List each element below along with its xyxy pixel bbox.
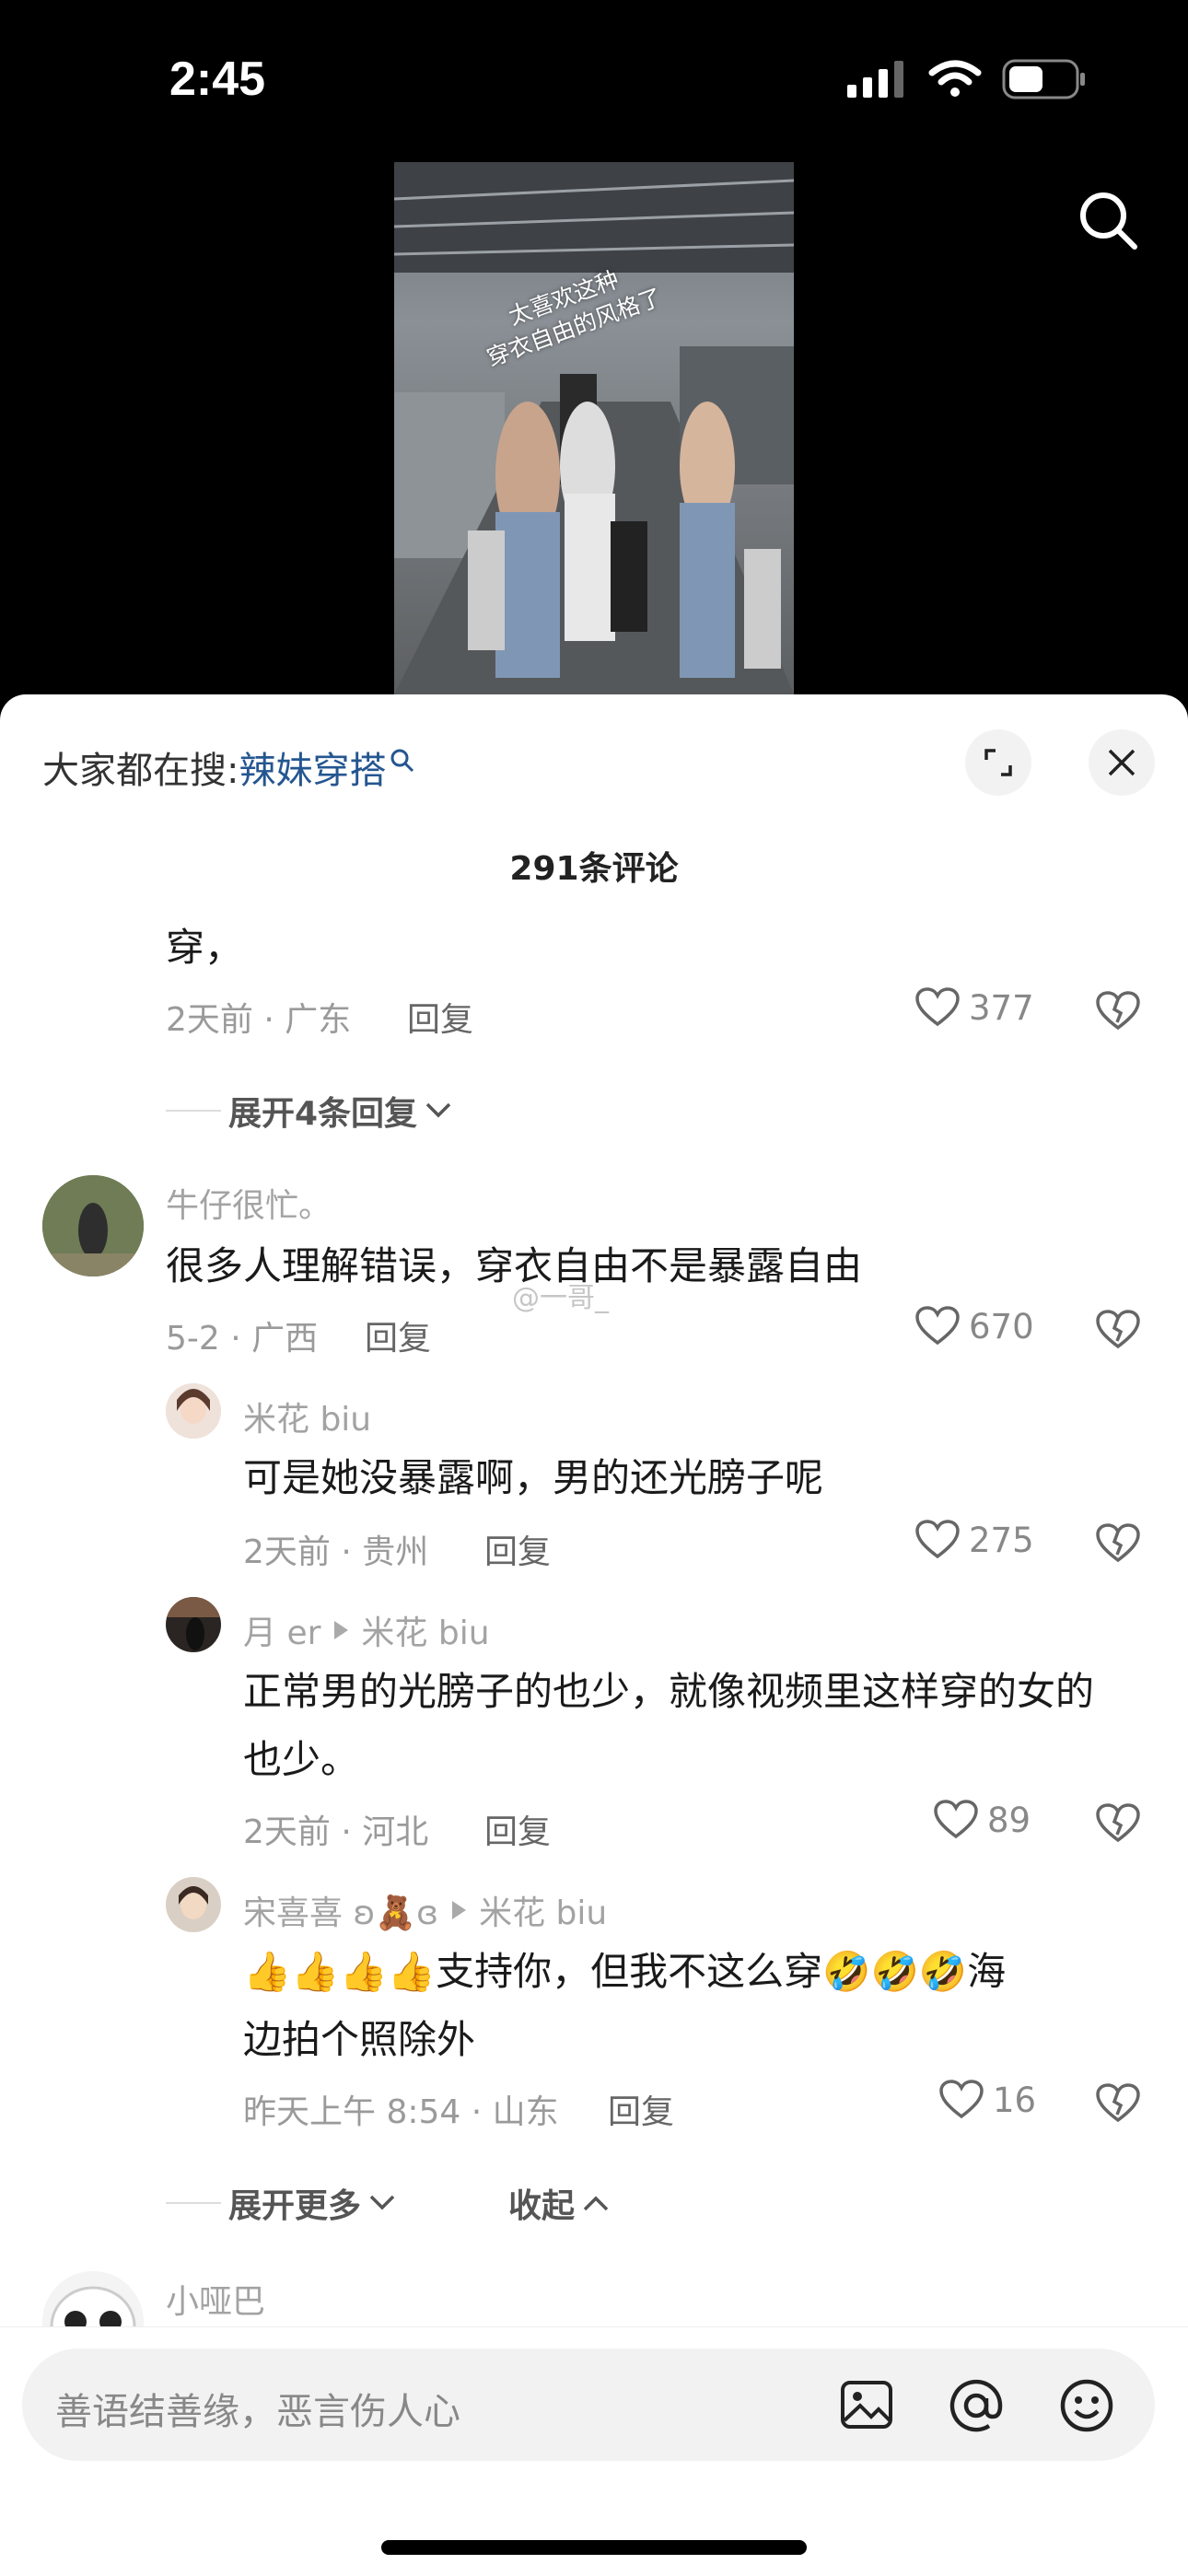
comment-meta: 2天前 · 贵州 [243, 1533, 429, 1571]
heart-icon [939, 2080, 984, 2119]
comment-text: 可是她没暴露啊，男的还光膀子呢 [243, 1455, 824, 1500]
comment-text: 穿， [166, 925, 244, 970]
like-button[interactable]: 275 [915, 1520, 1034, 1560]
reply-header: 月 er 米花 biu [243, 1606, 490, 1654]
image-button[interactable] [840, 2380, 893, 2433]
close-icon [1108, 749, 1136, 776]
reply-header: 宋喜喜 ʚ🧸ɞ 米花 biu [243, 1886, 607, 1934]
like-count: 377 [969, 987, 1034, 1028]
small-search-icon [390, 749, 414, 773]
image-icon [841, 2381, 892, 2429]
chevron-up-icon [583, 2196, 609, 2211]
mention-button[interactable] [949, 2378, 1004, 2437]
expand-replies-label: 展开4条回复 [228, 1095, 418, 1133]
reply-button[interactable]: 回复 [484, 1805, 551, 1853]
divider-dash [166, 1110, 221, 1112]
video-frame-illustration [394, 162, 794, 694]
emoji-button[interactable] [1059, 2378, 1114, 2437]
username[interactable]: 米花 biu [243, 1393, 371, 1440]
broken-heart-icon [1096, 1803, 1140, 1843]
username[interactable]: 小哑巴 [166, 2275, 265, 2323]
comment-text-line-2: 边拍个照除外 [243, 2017, 476, 2062]
hot-search-bar[interactable]: 大家都在搜: 辣妹穿搭 [42, 740, 415, 794]
chevron-down-icon [369, 2195, 395, 2210]
wifi-icon [928, 60, 982, 97]
status-time: 2:45 [169, 52, 266, 106]
hot-search-term[interactable]: 辣妹穿搭 [239, 740, 386, 794]
comment-meta: 昨天上午 8:54 · 山东 [243, 2093, 559, 2131]
reply-button[interactable]: 回复 [608, 2085, 674, 2133]
comment-meta: 5-2 · 广西 [166, 1320, 319, 1358]
reply-to-username[interactable]: 米花 biu [361, 1606, 489, 1654]
comment-count: 291条评论 [509, 850, 679, 888]
dislike-button[interactable] [1096, 2083, 1140, 2127]
avatar[interactable] [166, 1877, 221, 1932]
like-count: 16 [993, 2080, 1037, 2120]
like-button[interactable]: 377 [915, 987, 1034, 1028]
avatar[interactable] [42, 1175, 144, 1276]
avatar-image [166, 1597, 221, 1652]
watermark: @一哥_ [512, 1282, 609, 1314]
expand-replies[interactable]: 展开4条回复 [166, 1087, 452, 1135]
comment-text-line-2: 也少。 [243, 1737, 360, 1782]
like-button[interactable]: 16 [939, 2080, 1036, 2120]
home-indicator[interactable] [381, 2540, 807, 2555]
reply-button[interactable]: 回复 [407, 993, 473, 1041]
comment-meta: 2天前 · 广东 [166, 1001, 352, 1039]
like-count: 670 [969, 1306, 1034, 1346]
hot-search-prefix: 大家都在搜: [42, 750, 239, 792]
like-button[interactable]: 670 [915, 1306, 1034, 1346]
comment-text-line-1: 正常男的光膀子的也少，就像视频里这样穿的女的 [243, 1669, 1095, 1714]
close-sheet-button[interactable] [1089, 729, 1155, 796]
like-count: 89 [987, 1800, 1031, 1840]
reply-arrow-icon [334, 1621, 349, 1639]
expand-icon [984, 749, 1012, 776]
video-player[interactable]: 太喜欢这种 穿衣自由的风格了 [394, 162, 794, 694]
expand-more[interactable]: 展开更多 [166, 2179, 396, 2227]
divider-dash [166, 2202, 221, 2204]
dislike-button[interactable] [1096, 1523, 1140, 1568]
battery-icon [1002, 59, 1085, 99]
heart-icon [915, 987, 960, 1027]
dislike-button[interactable] [1096, 1310, 1140, 1354]
emoji-icon [1060, 2379, 1113, 2432]
comment-meta: 2天前 · 河北 [243, 1813, 429, 1851]
avatar-image [42, 1175, 144, 1276]
collapse-label: 收起 [508, 2187, 576, 2225]
collapse-replies[interactable]: 收起 [508, 2179, 610, 2227]
dislike-button[interactable] [1096, 991, 1140, 1035]
reply-to-username[interactable]: 米花 biu [479, 1886, 607, 1934]
broken-heart-icon [1096, 1523, 1140, 1563]
heart-icon [934, 1800, 978, 1839]
status-icons [847, 59, 1087, 99]
heart-icon [915, 1306, 960, 1346]
reply-button[interactable]: 回复 [484, 1525, 551, 1573]
broken-heart-icon [1096, 991, 1140, 1031]
like-count: 275 [969, 1520, 1034, 1560]
search-button[interactable] [1076, 188, 1140, 252]
signal-icon [847, 61, 903, 98]
expand-sheet-button[interactable] [965, 729, 1031, 796]
like-button[interactable]: 89 [934, 1800, 1031, 1840]
at-icon [949, 2379, 1003, 2432]
dislike-button[interactable] [1096, 1803, 1140, 1847]
chevron-down-icon [425, 1102, 451, 1118]
avatar-image [166, 1383, 221, 1439]
reply-button[interactable]: 回复 [365, 1311, 431, 1359]
expand-more-label: 展开更多 [228, 2187, 362, 2225]
broken-heart-icon [1096, 2083, 1140, 2123]
avatar[interactable] [166, 1597, 221, 1652]
username[interactable]: 宋喜喜 ʚ🧸ɞ [243, 1886, 438, 1934]
heart-icon [915, 1520, 960, 1559]
broken-heart-icon [1096, 1310, 1140, 1349]
avatar-image [166, 1877, 221, 1932]
comment-text-line-1: 👍👍👍👍支持你，但我不这么穿🤣🤣🤣海 [243, 1949, 1007, 1994]
reply-arrow-icon [452, 1901, 467, 1919]
comment-input-placeholder: 善语结善缘，恶言伤人心 [55, 2391, 460, 2433]
avatar[interactable] [166, 1383, 221, 1439]
search-icon [1080, 192, 1137, 250]
username[interactable]: 月 er [243, 1606, 320, 1654]
username[interactable]: 牛仔很忙。 [166, 1179, 332, 1227]
